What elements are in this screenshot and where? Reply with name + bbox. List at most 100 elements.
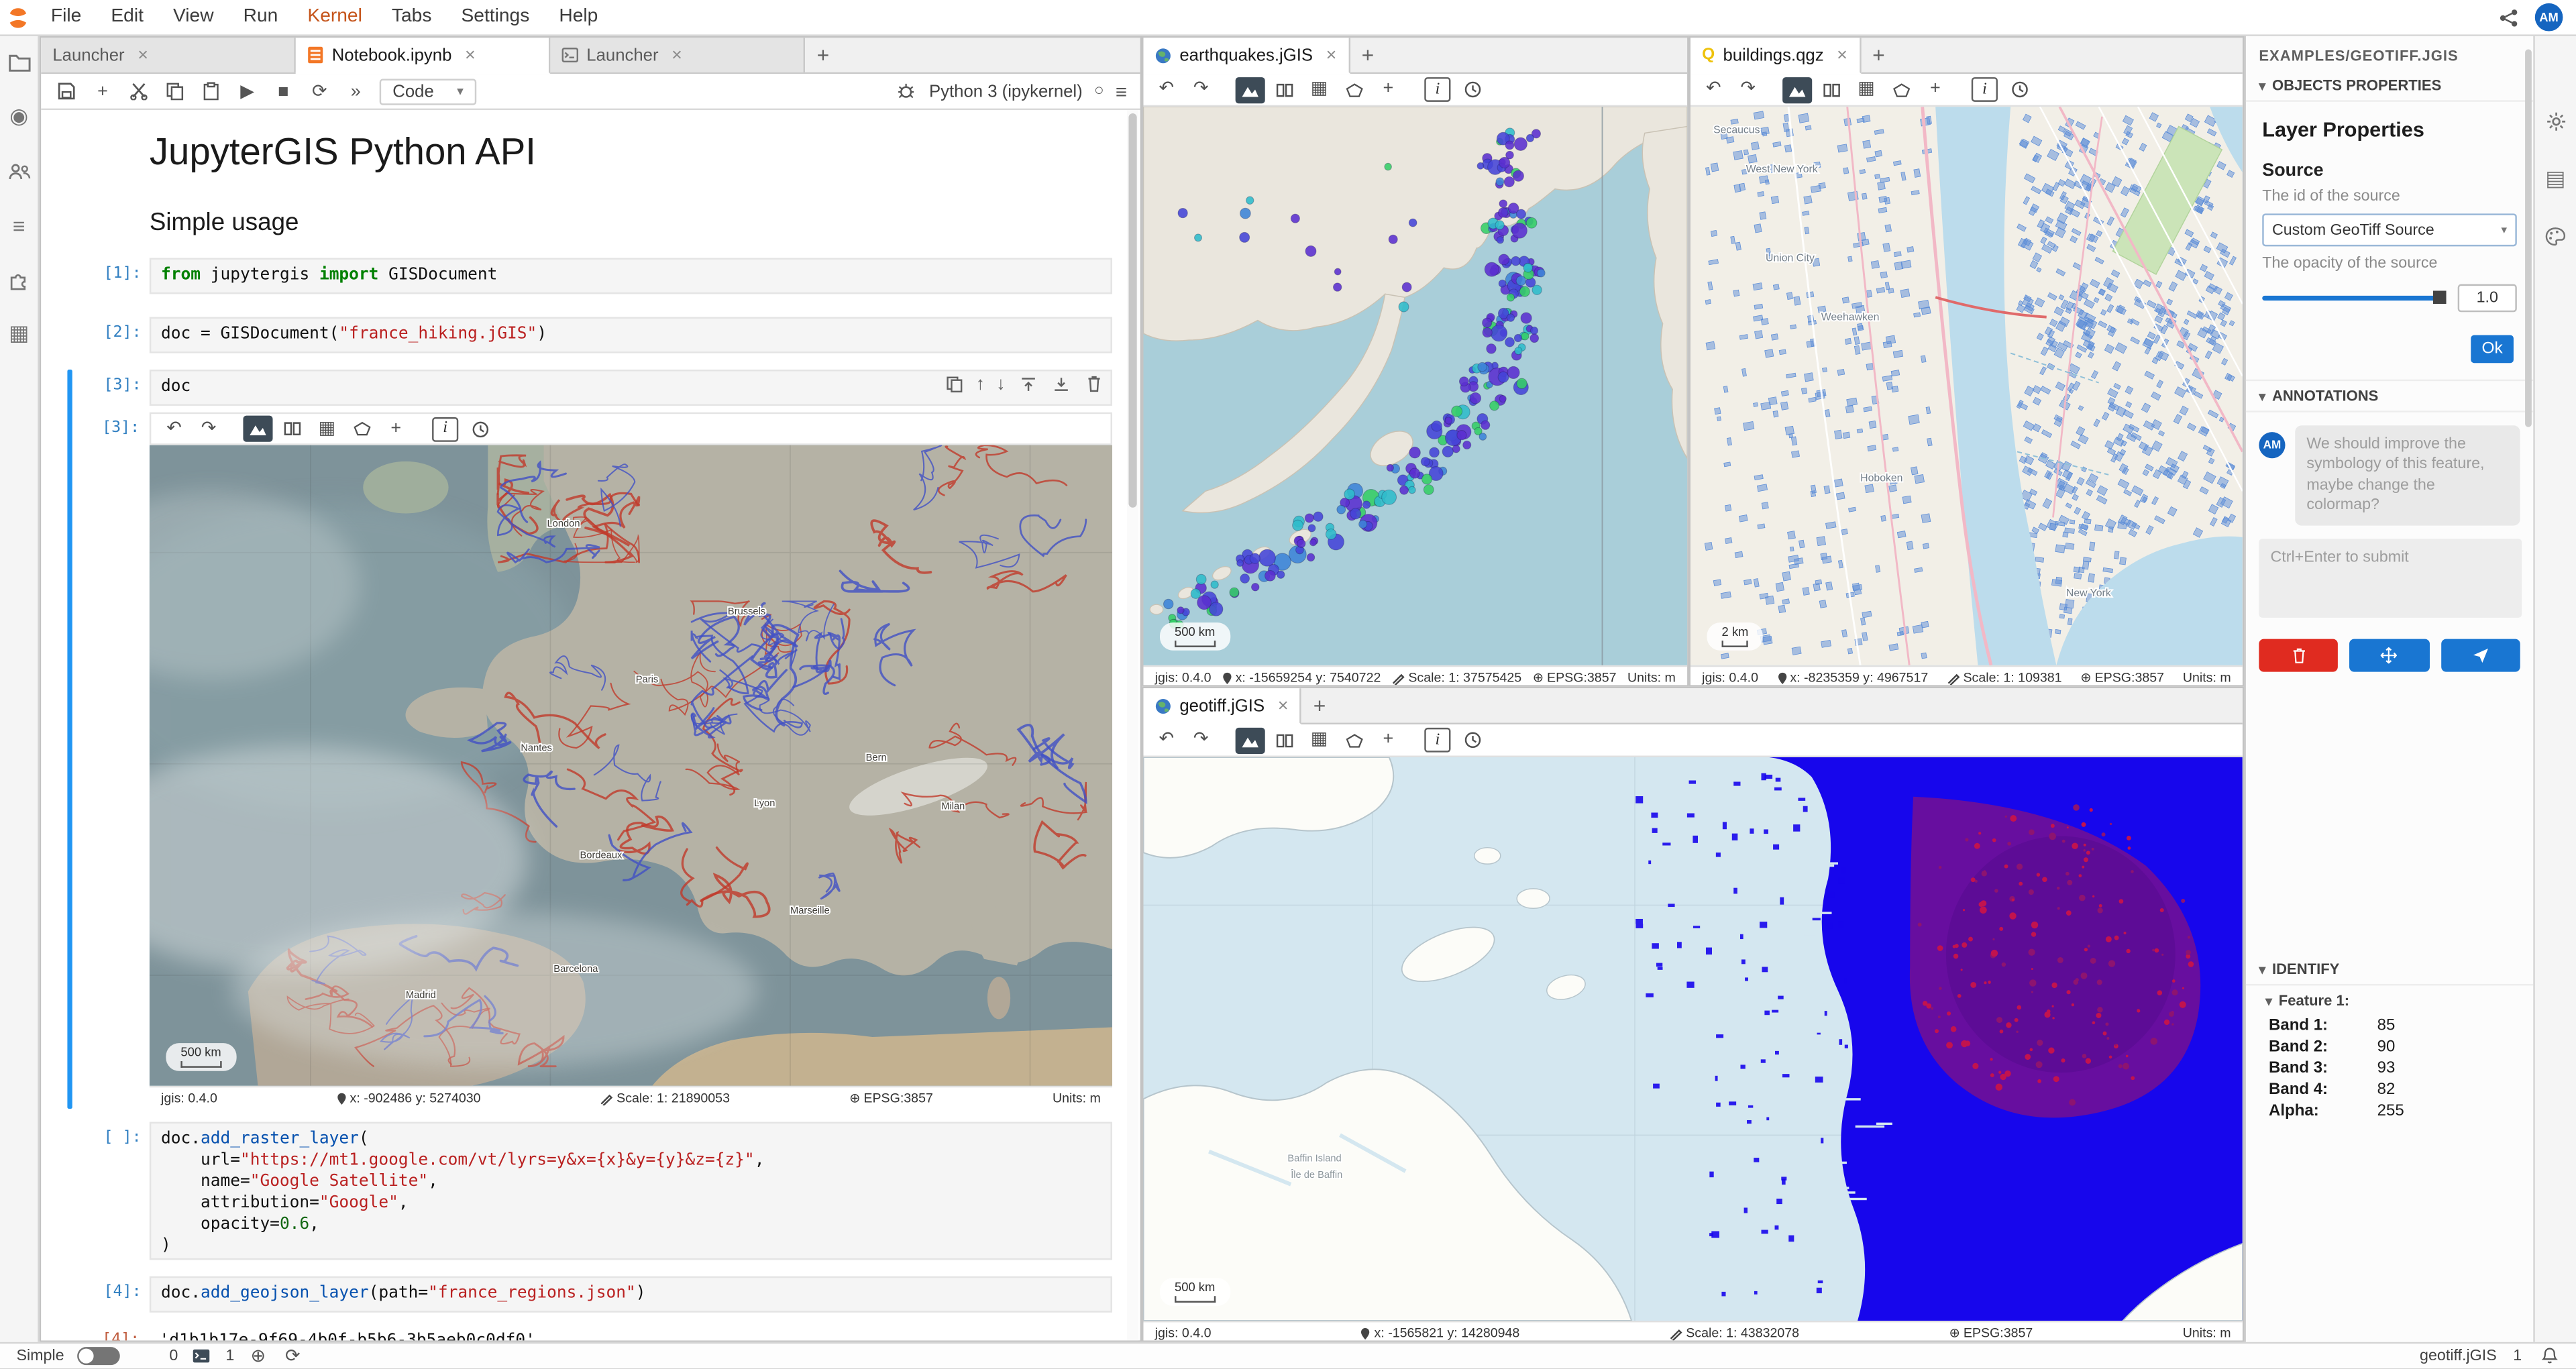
- grid-icon[interactable]: ▦: [1304, 727, 1334, 753]
- menu-item-settings[interactable]: Settings: [446, 0, 544, 34]
- current-document-label[interactable]: geotiff.jGIS: [2420, 1347, 2497, 1365]
- layers-icon[interactable]: [278, 416, 307, 442]
- menu-item-file[interactable]: File: [36, 0, 96, 34]
- notebook-content[interactable]: JupyterGIS Python API Simple usage [1]:f…: [41, 110, 1130, 1342]
- file-browser-icon[interactable]: [6, 49, 32, 75]
- source-select[interactable]: Custom GeoTiff Source ▾: [2262, 213, 2517, 246]
- identify-icon[interactable]: i: [1423, 76, 1452, 103]
- code-cell-2[interactable]: [2]:doc = GISDocument("france_hiking.jGI…: [150, 317, 1112, 353]
- palette-icon[interactable]: [2542, 223, 2569, 250]
- new-tab-button[interactable]: +: [805, 38, 841, 72]
- tab-launcher-1[interactable]: Launcher×: [41, 38, 296, 72]
- right-panel-scrollbar[interactable]: [2525, 49, 2532, 427]
- menu-item-run[interactable]: Run: [229, 0, 293, 34]
- identify-icon[interactable]: i: [1423, 727, 1452, 753]
- opacity-slider[interactable]: [2262, 296, 2445, 300]
- debugger-icon[interactable]: [893, 79, 918, 104]
- new-tab-button[interactable]: +: [1861, 38, 1897, 72]
- notebook-menu-icon[interactable]: ≡: [1116, 80, 1127, 103]
- add-layer-icon[interactable]: +: [1921, 76, 1950, 103]
- tab-buildings[interactable]: Q buildings.qgz×: [1690, 38, 1861, 74]
- annotation-input[interactable]: [2259, 539, 2522, 618]
- basemap-icon[interactable]: [1236, 76, 1265, 103]
- undo-icon[interactable]: ↶: [1152, 76, 1181, 103]
- simple-mode-toggle[interactable]: [77, 1347, 120, 1365]
- add-layer-icon[interactable]: +: [381, 416, 411, 442]
- user-avatar[interactable]: AM: [2535, 3, 2563, 32]
- stop-icon[interactable]: ■: [271, 79, 296, 104]
- globe-status-icon[interactable]: ⊕: [248, 1346, 269, 1367]
- close-icon[interactable]: ×: [138, 45, 148, 64]
- basemap-icon[interactable]: [1236, 727, 1265, 753]
- temporal-controller-icon[interactable]: [1457, 727, 1487, 753]
- undo-icon[interactable]: ↶: [1699, 76, 1728, 103]
- section-annotations[interactable]: ▾ANNOTATIONS: [2246, 380, 2534, 413]
- running-sessions-icon[interactable]: ◉: [6, 103, 32, 129]
- table-of-contents-icon[interactable]: ≡: [6, 212, 32, 238]
- close-icon[interactable]: ×: [465, 45, 476, 64]
- basemap-icon[interactable]: [1782, 76, 1812, 103]
- close-icon[interactable]: ×: [1278, 696, 1289, 715]
- delete-annotation-button[interactable]: [2259, 640, 2338, 673]
- temporal-controller-icon[interactable]: [465, 416, 494, 442]
- slider-handle[interactable]: [2433, 290, 2447, 304]
- menu-item-tabs[interactable]: Tabs: [377, 0, 447, 34]
- tab-notebook[interactable]: Notebook.ipynb×: [296, 38, 551, 74]
- refresh-status-icon[interactable]: ⟳: [282, 1346, 303, 1367]
- section-objects-properties[interactable]: ▾OBJECTS PROPERTIES: [2246, 70, 2534, 102]
- restart-kernel-icon[interactable]: ⟳: [307, 79, 332, 104]
- submit-annotation-button[interactable]: [2440, 640, 2520, 673]
- bell-icon[interactable]: [2538, 1346, 2560, 1367]
- layers-icon[interactable]: [1270, 76, 1299, 103]
- terminals-count[interactable]: 0: [169, 1347, 178, 1365]
- undo-icon[interactable]: ↶: [1152, 727, 1181, 753]
- redo-icon[interactable]: ↷: [1186, 727, 1216, 753]
- insert-cell-icon[interactable]: +: [91, 79, 115, 104]
- redo-icon[interactable]: ↷: [1186, 76, 1216, 103]
- save-icon[interactable]: [54, 79, 79, 104]
- sessions-strip-icon[interactable]: ▤: [2542, 166, 2569, 192]
- code-cell-5[interactable]: [4]:doc.add_geojson_layer(path="france_r…: [150, 1276, 1112, 1313]
- run-icon[interactable]: ▶: [235, 79, 260, 104]
- section-identify[interactable]: ▾IDENTIFY: [2246, 954, 2534, 986]
- kernels-count[interactable]: 1: [225, 1347, 234, 1365]
- new-tab-button[interactable]: +: [1350, 38, 1386, 72]
- cut-icon[interactable]: [127, 79, 152, 104]
- polygon-tool-icon[interactable]: [1886, 76, 1915, 103]
- tab-geotiff[interactable]: geotiff.jGIS×: [1143, 688, 1301, 724]
- extension-manager-icon[interactable]: [6, 266, 32, 292]
- layers-icon[interactable]: [1817, 76, 1847, 103]
- share-icon[interactable]: [2497, 7, 2518, 28]
- feature-1-header[interactable]: ▾Feature 1:: [2246, 985, 2534, 1015]
- new-tab-button[interactable]: +: [1301, 688, 1338, 722]
- redo-icon[interactable]: ↷: [194, 416, 223, 442]
- add-layer-icon[interactable]: +: [1373, 76, 1403, 103]
- menu-item-kernel[interactable]: Kernel: [292, 0, 377, 34]
- layers-icon[interactable]: [1270, 727, 1299, 753]
- notification-count[interactable]: 1: [2513, 1347, 2522, 1365]
- cell-type-dropdown[interactable]: Code▾: [380, 78, 477, 104]
- identify-icon[interactable]: i: [431, 416, 460, 442]
- buildings-map-canvas[interactable]: SecaucusWest New YorkUnion CityWeehawken…: [1690, 107, 2243, 665]
- temporal-controller-icon[interactable]: [2004, 76, 2034, 103]
- polygon-tool-icon[interactable]: [347, 416, 376, 442]
- insert-cell-below-icon[interactable]: [1050, 373, 1071, 394]
- code-cell-3-active[interactable]: [3]:doc ↑ ↓: [150, 370, 1112, 406]
- code-cell-1[interactable]: [1]:from jupytergis import GISDocument: [150, 258, 1112, 294]
- add-layer-icon[interactable]: +: [1373, 727, 1403, 753]
- tab-earthquakes[interactable]: earthquakes.jGIS×: [1143, 38, 1350, 74]
- delete-cell-icon[interactable]: [1083, 373, 1104, 394]
- earthquakes-map-canvas[interactable]: 500 km: [1143, 107, 1687, 665]
- move-cell-up-icon[interactable]: ↑: [976, 374, 985, 393]
- undo-icon[interactable]: ↶: [160, 416, 189, 442]
- menu-item-help[interactable]: Help: [544, 0, 612, 34]
- basemap-icon[interactable]: [243, 416, 272, 442]
- ok-button[interactable]: Ok: [2471, 335, 2514, 364]
- grid-icon[interactable]: ▦: [1304, 76, 1334, 103]
- move-cell-down-icon[interactable]: ↓: [996, 374, 1005, 393]
- temporal-controller-icon[interactable]: [1457, 76, 1487, 103]
- opacity-value[interactable]: 1.0: [2458, 284, 2517, 313]
- code-cell-4[interactable]: [ ]:doc.add_raster_layer( url="https://m…: [150, 1122, 1112, 1260]
- menu-item-view[interactable]: View: [158, 0, 229, 34]
- property-inspector-icon[interactable]: [2542, 109, 2569, 135]
